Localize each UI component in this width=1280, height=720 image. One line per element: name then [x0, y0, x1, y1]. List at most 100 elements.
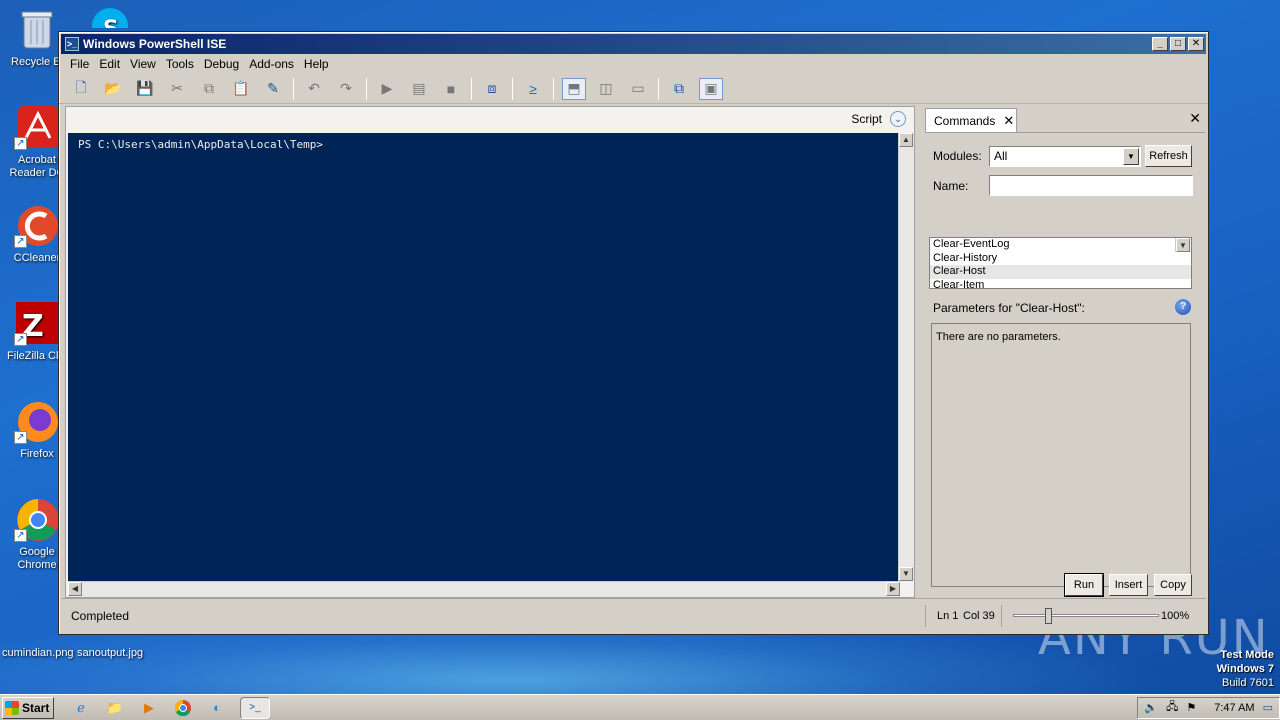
list-item-selected[interactable]: Clear-Host [930, 265, 1191, 279]
shortcut-arrow-icon: ↗ [14, 137, 27, 150]
paste-icon[interactable]: 📋 [229, 78, 253, 100]
desktop-icon-label: CCleaner [13, 252, 61, 264]
explorer-icon[interactable]: 📁 [104, 697, 126, 719]
new-icon[interactable]: 🗋 [69, 78, 93, 100]
clear-console-icon[interactable]: ✎ [261, 78, 285, 100]
powershell-ise-icon[interactable]: >_ [240, 696, 270, 719]
insert-button[interactable]: Insert [1109, 574, 1148, 596]
menu-debug[interactable]: Debug [199, 57, 244, 71]
shortcut-arrow-icon: ↗ [14, 431, 27, 444]
toolbar-separator [366, 77, 367, 100]
menu-file[interactable]: File [65, 57, 94, 71]
network-icon[interactable]: 🖧 [1166, 698, 1178, 717]
chevron-down-icon[interactable]: ⌄ [890, 111, 906, 127]
chrome-icon[interactable] [172, 697, 194, 719]
title-bar[interactable]: >_ Windows PowerShell ISE _ □ ✕ [61, 34, 1206, 54]
undo-icon[interactable]: ↶ [302, 78, 326, 100]
chevron-down-icon[interactable]: ▼ [1123, 147, 1139, 165]
windows-logo-icon [5, 700, 19, 715]
scroll-up-icon[interactable]: ▲ [899, 133, 913, 147]
run-button[interactable]: Run [1064, 573, 1104, 597]
list-scrollbar[interactable]: ▲ ▼ [1175, 238, 1191, 252]
acrobat-icon: ↗ [14, 104, 60, 150]
menu-addons[interactable]: Add-ons [244, 57, 299, 71]
speaker-icon[interactable]: 🔈 [1144, 701, 1158, 714]
start-powershell-icon[interactable]: ≥ [521, 78, 545, 100]
close-icon[interactable]: ✕ [1189, 110, 1201, 127]
menu-edit[interactable]: Edit [94, 57, 125, 71]
minimize-button[interactable]: _ [1152, 37, 1168, 51]
desktop-icon-label: Recycle Bi [11, 56, 63, 68]
toolbar: 🗋 📂 💾 ✂ ⧉ 📋 ✎ ↶ ↷ ▶ ▤ ■ ⧈ ≥ ⬒ ◫ ▭ ⧉ ▣ [59, 74, 1208, 104]
zoom-slider-thumb[interactable] [1044, 608, 1052, 624]
taskbar: Start ℯ 📁 ▶ ◐ >_ 🔈 🖧 ⚑ 7:47 AM ▭ [0, 694, 1280, 720]
status-text: Completed [71, 608, 130, 623]
toolbar-separator [658, 77, 659, 100]
show-desktop-icon[interactable]: ▭ [1263, 701, 1273, 714]
new-remote-tab-icon[interactable]: ⧈ [480, 78, 504, 100]
line-number: Ln 1 [937, 609, 959, 622]
menu-help[interactable]: Help [299, 57, 334, 71]
script-label[interactable]: Script [851, 112, 882, 126]
run-icon[interactable]: ▶ [375, 78, 399, 100]
layout-right-icon[interactable]: ◫ [594, 78, 618, 100]
console-prompt: PS C:\Users\admin\AppData\Local\Temp> [78, 138, 324, 151]
menu-view[interactable]: View [125, 57, 161, 71]
modules-label: Modules: [933, 149, 982, 163]
start-label: Start [22, 700, 50, 715]
system-tray: 🔈 🖧 ⚑ 7:47 AM ▭ [1137, 696, 1280, 719]
open-icon[interactable]: 📂 [101, 78, 125, 100]
clock[interactable]: 7:47 AM [1214, 702, 1254, 714]
horizontal-scrollbar[interactable]: ◀ ▶ [68, 581, 900, 597]
edge-icon[interactable]: ◐ [206, 697, 228, 719]
list-item[interactable]: Clear-History [933, 252, 1191, 266]
media-player-icon[interactable]: ▶ [138, 697, 160, 719]
close-button[interactable]: ✕ [1188, 37, 1204, 51]
list-item[interactable]: Clear-Item [933, 279, 1191, 289]
toolbar-separator [471, 77, 472, 100]
scroll-down-icon[interactable]: ▼ [899, 567, 913, 581]
ie-icon[interactable]: ℯ [70, 697, 92, 719]
show-commands-icon[interactable]: ▣ [699, 77, 723, 100]
stop-icon[interactable]: ■ [439, 78, 463, 100]
start-button[interactable]: Start [2, 696, 54, 719]
console-output[interactable]: PS C:\Users\admin\AppData\Local\Temp> [68, 133, 900, 581]
desktop-icon-skype[interactable]: S [80, 6, 140, 32]
run-selection-icon[interactable]: ▤ [407, 78, 431, 100]
command-list[interactable]: Clear-EventLog Clear-History Clear-Host … [929, 237, 1192, 289]
name-label: Name: [933, 178, 969, 193]
scroll-right-icon[interactable]: ▶ [886, 582, 900, 596]
copy-button[interactable]: Copy [1154, 574, 1192, 596]
scroll-left-icon[interactable]: ◀ [68, 582, 82, 596]
redo-icon[interactable]: ↷ [334, 78, 358, 100]
close-icon[interactable]: ✕ [1003, 113, 1014, 129]
shortcut-arrow-icon: ↗ [14, 333, 27, 346]
flag-icon[interactable]: ⚑ [1186, 701, 1196, 714]
ccleaner-icon: ↗ [14, 202, 60, 248]
test-mode-line: Windows 7 [1216, 663, 1274, 675]
layout-max-icon[interactable]: ▭ [626, 78, 650, 100]
desktop-file-label[interactable]: cumindian.png [2, 647, 74, 659]
toolbar-separator [293, 77, 294, 100]
name-input[interactable] [989, 175, 1193, 196]
menu-tools[interactable]: Tools [161, 57, 199, 71]
maximize-button[interactable]: □ [1170, 37, 1186, 51]
copy-icon[interactable]: ⧉ [197, 78, 221, 100]
tab-commands[interactable]: Commands ✕ [925, 108, 1017, 132]
skype-icon: S [90, 6, 130, 28]
modules-value: All [994, 149, 1008, 163]
layout-top-icon[interactable]: ⬒ [562, 77, 586, 100]
list-item[interactable]: Clear-EventLog [933, 238, 1191, 252]
show-script-pane-icon[interactable]: ⧉ [667, 78, 691, 100]
save-icon[interactable]: 💾 [133, 78, 157, 100]
vertical-scrollbar[interactable]: ▲ ▼ [898, 133, 914, 581]
scroll-down-icon[interactable]: ▼ [1176, 238, 1190, 252]
cut-icon[interactable]: ✂ [165, 78, 189, 100]
desktop-file-label[interactable]: sanoutput.jpg [77, 647, 143, 659]
refresh-button[interactable]: Refresh [1145, 145, 1192, 167]
recycle-bin-icon [14, 6, 60, 52]
modules-select[interactable]: All ▼ [989, 145, 1141, 167]
zoom-slider[interactable] [1013, 608, 1159, 624]
help-icon[interactable]: ? [1175, 299, 1191, 315]
shortcut-arrow-icon: ↗ [14, 529, 27, 542]
